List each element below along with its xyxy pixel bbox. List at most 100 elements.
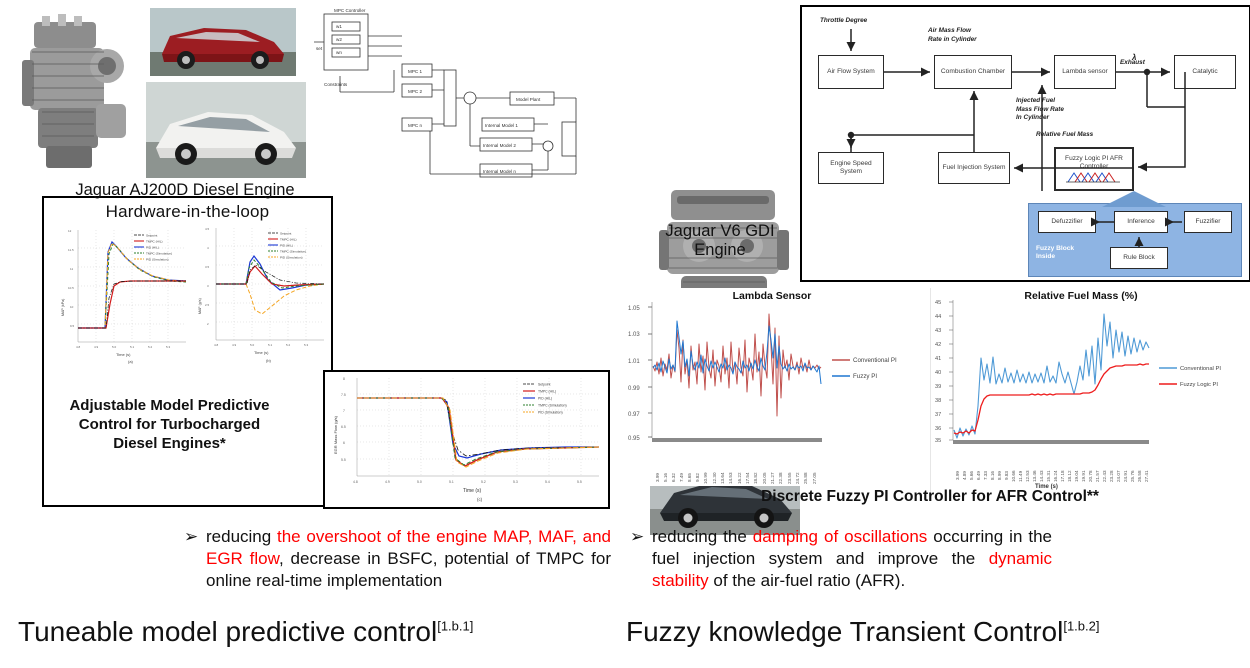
svg-text:MPC n: MPC n (408, 123, 422, 128)
left-footer-title-group: Tuneable model predictive control[1.b.1] (18, 616, 473, 648)
left-caption-line-3: Diesel Engines* (113, 434, 226, 452)
svg-text:wn: wn (336, 50, 342, 55)
svg-text:set: set (316, 46, 323, 51)
svg-text:5.5: 5.5 (577, 480, 582, 484)
svg-text:4.5: 4.5 (205, 227, 210, 231)
svg-text:Setpoint: Setpoint (280, 232, 291, 236)
chart-a-ylabel: MAP (kPa) (61, 299, 65, 316)
jaguar-fpace-red-photo (150, 8, 296, 76)
svg-text:3.5: 3.5 (205, 265, 210, 269)
rfm-legend-conventional: Conventional PI (1180, 366, 1221, 372)
svg-text:7: 7 (343, 409, 345, 413)
chart-c-sublabel: (c) (477, 497, 483, 502)
svg-text:5.2: 5.2 (148, 345, 153, 349)
svg-text:42: 42 (935, 342, 941, 348)
svg-text:5.3: 5.3 (304, 343, 309, 347)
svg-text:6: 6 (343, 441, 345, 445)
right-bullet-seg-1: damping of oscillations (752, 527, 928, 546)
left-caption-line-2: Control for Turbocharged (78, 415, 261, 433)
svg-text:37: 37 (935, 412, 941, 418)
left-engine-caption: Jaguar AJ200D Diesel Engine (75, 181, 295, 199)
svg-text:TMPC (Simulation): TMPC (Simulation) (280, 250, 306, 254)
svg-text:TMPC (Simulation): TMPC (Simulation) (538, 404, 567, 408)
left-footer-ref: [1.b.1] (437, 618, 474, 634)
svg-text:Setpoint: Setpoint (538, 383, 550, 387)
svg-text:41: 41 (935, 356, 941, 362)
svg-text:PID (HIL): PID (HIL) (538, 397, 552, 401)
right-engine-caption-line-1: Jaguar V6 GDI (665, 222, 775, 240)
mpc-diagram-graphic: MPC Controller w1 w2 wn MPC 1 MPC 2 MPC n In… (310, 6, 605, 186)
svg-text:43: 43 (935, 328, 941, 334)
svg-text:TMPC (HIL): TMPC (HIL) (280, 238, 297, 242)
mpc-block-diagram: MPC Controller w1 w2 wn MPC 1 MPC 2 MPC n In… (310, 6, 605, 186)
chart-a-graphic: 12 11.5 11 10.5 10 9.5 4.8 4.9 5.0 5.1 5.2 5.3 T… (56, 224, 191, 364)
lambda-legend-conventional: Conventional PI (853, 357, 897, 364)
jaguar-xf-white-photo (146, 82, 306, 178)
svg-text:w1: w1 (336, 24, 342, 29)
right-caption: Discrete Fuzzy PI Controller for AFR Con… (761, 488, 1099, 505)
svg-text:4.9: 4.9 (232, 343, 237, 347)
svg-text:1.05: 1.05 (628, 306, 640, 312)
svg-text:5.1: 5.1 (268, 343, 273, 347)
chart-b-ylabel: MAF (g/s) (198, 298, 202, 314)
svg-text:Constraints: Constraints (324, 82, 348, 87)
white-sedan-graphic (146, 82, 306, 178)
left-bullet-seg-0: reducing (206, 527, 277, 546)
right-bullet-seg-0: reducing the (652, 527, 753, 546)
right-footer-title: Fuzzy knowledge Transient Control (626, 616, 1064, 647)
hil-title: Hardware-in-the-loop (105, 202, 270, 221)
svg-text:5.0: 5.0 (250, 343, 255, 347)
svg-text:5.2: 5.2 (286, 343, 291, 347)
svg-text:10.5: 10.5 (68, 286, 74, 290)
lambda-xticks: 3.99 5.16 6.32 7.49 8.65 9.82 10.99 12.3… (655, 472, 817, 485)
svg-text:36: 36 (935, 426, 941, 432)
svg-text:5.2: 5.2 (481, 480, 486, 484)
svg-text:45: 45 (935, 300, 941, 306)
right-footer-ref: [1.b.2] (1063, 618, 1100, 634)
right-bullet-seg-4: of the air-fuel ratio (AFR). (708, 571, 906, 591)
svg-text:5.3: 5.3 (166, 345, 171, 349)
svg-text:PID (HIL): PID (HIL) (280, 244, 293, 248)
svg-text:5.3: 5.3 (513, 480, 518, 484)
chart-c-ylabel: EGR Mass Flow (g/s) (333, 415, 338, 454)
svg-text:Internal Model 2: Internal Model 2 (483, 143, 516, 148)
chart-b-sublabel: (b) (266, 358, 272, 363)
svg-text:5.5: 5.5 (341, 458, 346, 462)
svg-text:39: 39 (935, 384, 941, 390)
svg-text:11.5: 11.5 (68, 248, 74, 252)
rfm-legend-fuzzy: Fuzzy Logic PI (1180, 382, 1218, 388)
svg-text:0.99: 0.99 (628, 386, 640, 392)
svg-text:5.1: 5.1 (130, 345, 135, 349)
svg-text:5.4: 5.4 (545, 480, 550, 484)
svg-text:Internal Model 1: Internal Model 1 (485, 123, 518, 128)
jaguar-aj200d-engine-photo (12, 8, 140, 183)
lambda-legend-fuzzy: Fuzzy PI (853, 373, 877, 380)
svg-text:9.5: 9.5 (70, 324, 75, 328)
svg-text:MPC 1: MPC 1 (408, 69, 422, 74)
lambda-sensor-chart: Lambda Sensor 1.05 1.03 1.01 0.99 0.97 0.95 … (622, 288, 922, 486)
svg-text:2.5: 2.5 (205, 303, 210, 307)
svg-text:7.5: 7.5 (341, 393, 346, 397)
left-caption-box: Adjustable Model Predictive Control for … (42, 375, 325, 507)
relative-fuel-mass-chart: Relative Fuel Mass (%) 45 44 43 42 41 40 39 3… (930, 288, 1243, 493)
rfm-xticks: 3.99 4.89 5.66 6.49 7.33 8.16 8.99 9.83 … (955, 470, 1149, 483)
svg-text:PID (Simulation): PID (Simulation) (280, 256, 303, 260)
svg-text:w2: w2 (336, 37, 342, 42)
svg-text:44: 44 (935, 314, 941, 320)
chart-a-sublabel: (a) (128, 359, 134, 364)
svg-text:TMPC (Simulation): TMPC (Simulation) (146, 252, 172, 256)
engine-photo-graphic (12, 8, 140, 183)
right-engine-caption: Jaguar V6 GDI Engine (640, 222, 800, 260)
svg-text:6.5: 6.5 (341, 425, 346, 429)
left-caption-line-1: Adjustable Model Predictive (69, 397, 270, 414)
svg-text:12: 12 (68, 229, 72, 233)
chart-c-graphic: 8 7.5 7 6.5 6 5.5 4.8 4.9 5.0 5.1 5.2 5.3 5.4 5.5… (325, 372, 604, 503)
svg-text:4.8: 4.8 (353, 480, 358, 484)
chart-b-graphic: 4.543.5 32.52 4.8 4.9 5.0 5.1 5.2 5.3 Time (… (192, 222, 329, 364)
svg-text:35: 35 (935, 438, 941, 444)
svg-text:8: 8 (343, 377, 345, 381)
left-bullet-marker: ➢ (184, 527, 199, 546)
rfm-chart-title: Relative Fuel Mass (%) (1024, 290, 1138, 302)
svg-text:Internal Model n: Internal Model n (483, 169, 516, 174)
svg-text:4.8: 4.8 (76, 345, 81, 349)
